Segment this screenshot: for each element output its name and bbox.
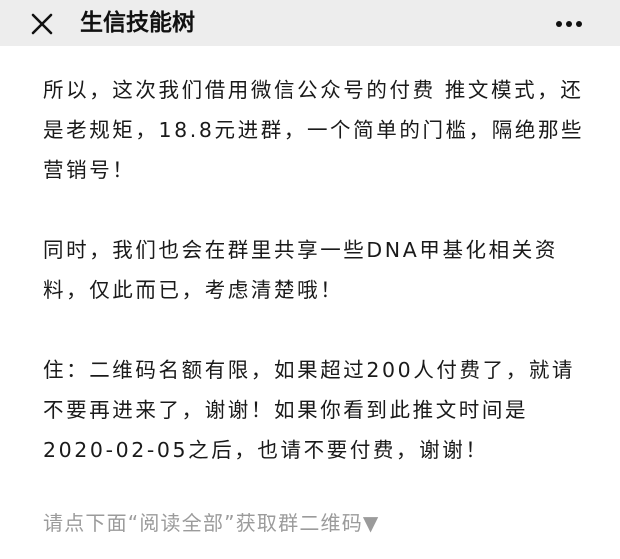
more-button[interactable] (552, 10, 586, 38)
page-title: 生信技能树 (80, 10, 195, 36)
top-bar: 生信技能树 (0, 0, 620, 46)
more-icon (556, 21, 582, 27)
article-paragraph: 同时，我们也会在群里共享一些DNA甲基化相关资料，仅此而已，考虑清楚哦！ (43, 238, 558, 302)
article-paragraph: 住：二维码名额有限，如果超过200人付费了，就请不要再进来了，谢谢！如果你看到此… (43, 358, 576, 462)
read-more-prompt[interactable]: 请点下面“阅读全部”获取群二维码▼ (43, 506, 380, 540)
article-paragraph: 所以，这次我们借用微信公众号的付费 推文模式，还是老规矩，18.8元进群，一个简… (43, 78, 585, 182)
close-button[interactable] (26, 8, 58, 40)
article-body: 所以，这次我们借用微信公众号的付费 推文模式，还是老规矩，18.8元进群，一个简… (43, 70, 598, 470)
close-icon (31, 13, 53, 35)
